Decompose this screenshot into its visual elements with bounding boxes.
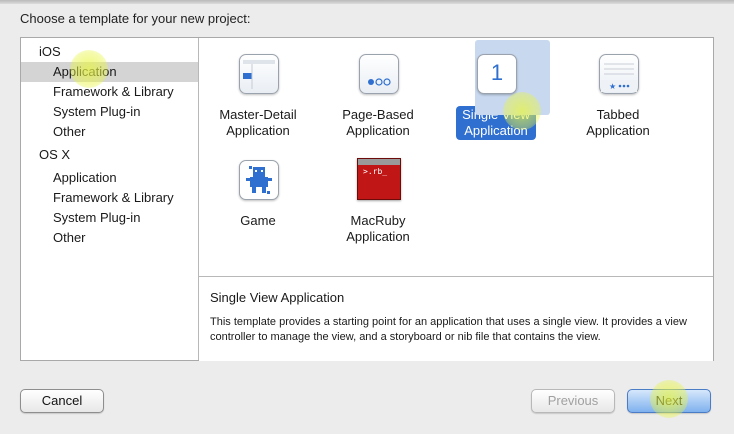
sidebar-item-osx-system-plugin[interactable]: System Plug-in [21, 208, 198, 228]
template-tabbed[interactable]: ★ Tabbed Application [565, 51, 671, 140]
next-button[interactable]: Next [627, 389, 711, 413]
master-detail-icon [239, 54, 279, 94]
tabbed-icon: ★ [599, 54, 639, 94]
macruby-icon: >.rb_ [357, 158, 401, 200]
svg-text:★: ★ [609, 82, 616, 91]
previous-button[interactable]: Previous [531, 389, 615, 413]
macruby-icon-text: >.rb_ [363, 167, 388, 176]
description-text: This template provides a starting point … [210, 316, 687, 343]
page-based-icon [359, 54, 399, 94]
sidebar-section-ios: iOS [39, 44, 61, 59]
game-icon [239, 160, 279, 200]
template-grid: Master-Detail Application Page-Based App… [199, 38, 713, 275]
template-single-view[interactable]: 1 Single View Application [443, 40, 550, 140]
template-description: Single View Application This template pr… [199, 276, 713, 361]
sidebar-item-osx-application[interactable]: Application [21, 168, 198, 188]
template-game[interactable]: Game [205, 157, 311, 230]
template-label: Tabbed Application [586, 107, 650, 138]
single-view-icon: 1 [477, 54, 517, 94]
template-macruby[interactable]: >.rb_ MacRuby Application [325, 157, 431, 246]
sidebar-item-ios-framework-library[interactable]: Framework & Library [21, 82, 198, 102]
platform-sidebar: iOS Application Framework & Library Syst… [21, 38, 199, 360]
dialog-heading: Choose a template for your new project: [20, 11, 251, 26]
sidebar-item-osx-framework-library[interactable]: Framework & Library [21, 188, 198, 208]
template-chooser-panel: iOS Application Framework & Library Syst… [20, 37, 714, 361]
cancel-button[interactable]: Cancel [20, 389, 104, 413]
sidebar-item-ios-application[interactable]: Application [21, 62, 198, 82]
template-page-based[interactable]: Page-Based Application [325, 51, 431, 140]
template-label: MacRuby Application [346, 213, 410, 244]
sidebar-section-osx: OS X [39, 147, 71, 162]
sidebar-item-ios-other[interactable]: Other [21, 122, 198, 142]
template-master-detail[interactable]: Master-Detail Application [205, 51, 311, 140]
window-top-edge [0, 0, 734, 4]
template-label: Game [240, 213, 276, 228]
template-label: Master-Detail Application [219, 107, 297, 138]
sidebar-item-ios-system-plugin[interactable]: System Plug-in [21, 102, 198, 122]
description-title: Single View Application [210, 290, 345, 305]
single-view-icon-number: 1 [490, 60, 504, 85]
sidebar-item-osx-other[interactable]: Other [21, 228, 198, 248]
template-label: Page-Based Application [342, 107, 414, 138]
